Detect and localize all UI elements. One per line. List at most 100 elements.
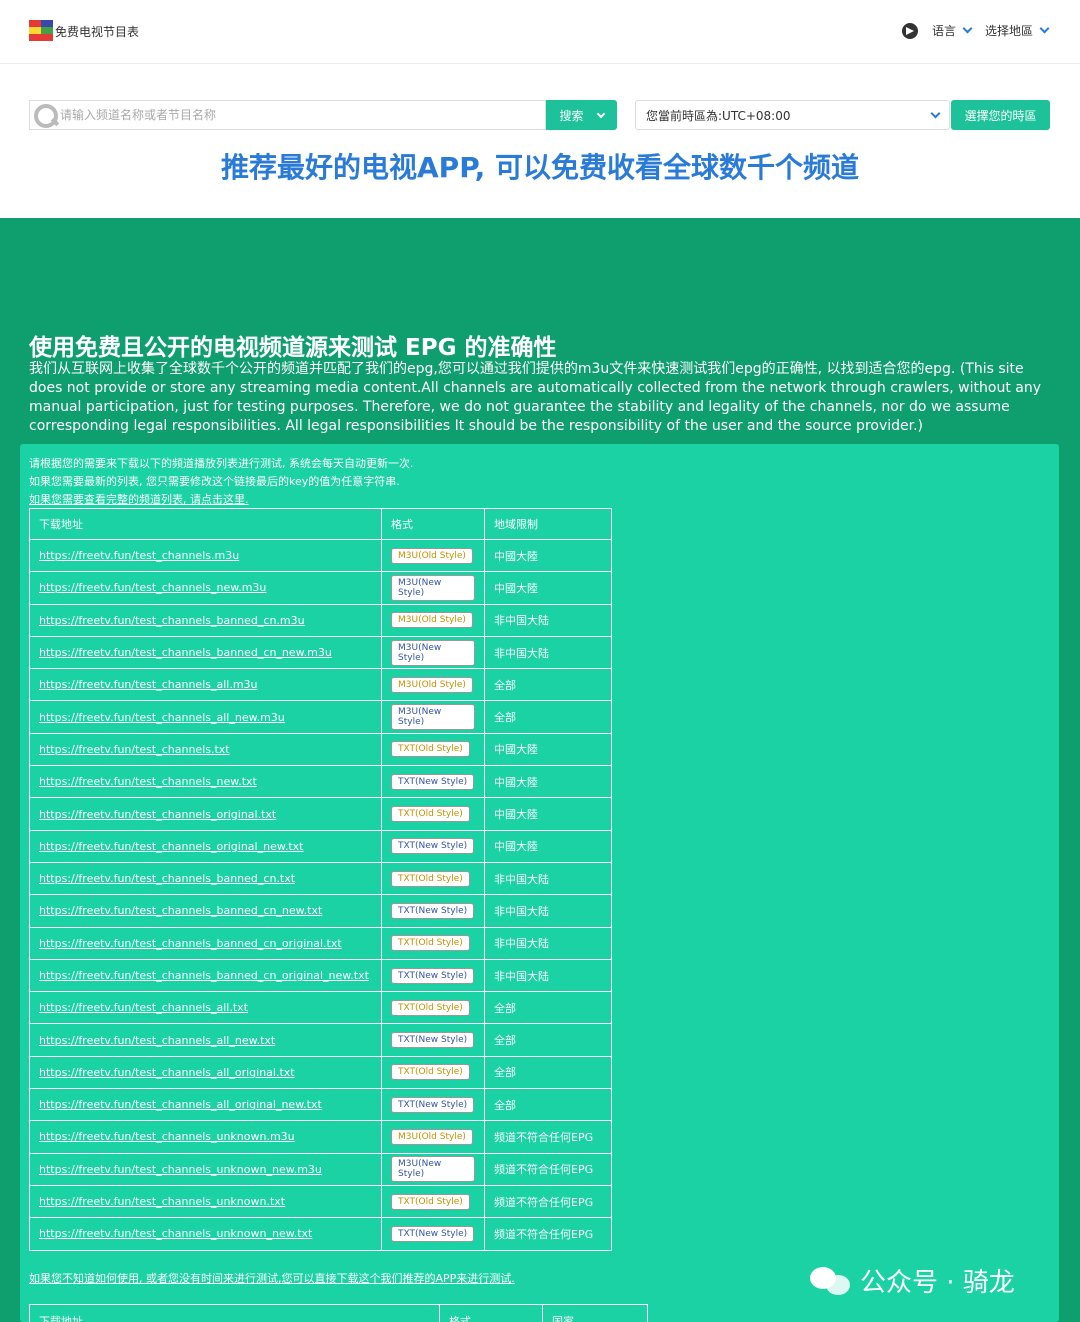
table-row: https://freetv.fun/test_channels_unknown… — [29, 1120, 612, 1154]
download-link[interactable]: https://freetv.fun/test_channels_new.txt — [39, 775, 257, 788]
url-cell: https://freetv.fun/test_channels_unknown… — [29, 1217, 382, 1251]
download-link[interactable]: https://freetv.fun/test_channels_all_ori… — [39, 1098, 322, 1111]
format-cell: TXT(New Style) — [381, 829, 485, 863]
format-badge: TXT(Old Style) — [391, 741, 470, 758]
chevron-down-icon — [1039, 23, 1050, 34]
table-row: https://freetv.fun/test_channels_unknown… — [29, 1217, 612, 1251]
download-link[interactable]: https://freetv.fun/test_channels_all.m3u — [39, 678, 258, 691]
url-cell: https://freetv.fun/test_channels_unknown… — [29, 1184, 382, 1219]
url-cell: https://freetv.fun/test_channels_banned_… — [29, 926, 382, 960]
full-channel-list-link[interactable]: 如果您需要查看完整的频道列表, 请点击这里. — [29, 493, 249, 506]
format-cell: TXT(Old Style) — [381, 797, 485, 831]
promo-banner[interactable]: 推荐最好的电视APP, 可以免费收看全球数千个频道 — [0, 146, 1080, 186]
format-cell: M3U(Old Style) — [381, 668, 485, 702]
format-cell: M3U(Old Style) — [381, 538, 485, 573]
download-link[interactable]: https://freetv.fun/test_channels.m3u — [39, 549, 239, 562]
format-cell: M3U(New Style) — [381, 571, 485, 605]
region-menu[interactable]: 选择地區 — [984, 22, 1050, 39]
timezone-button[interactable]: 選擇您的時區 — [951, 100, 1050, 130]
wechat-icon — [810, 1265, 852, 1297]
site-logo[interactable]: 免费电视节目表 — [29, 20, 139, 42]
download-link[interactable]: https://freetv.fun/test_channels_unknown… — [39, 1227, 312, 1240]
download-link[interactable]: https://freetv.fun/test_channels_origina… — [39, 808, 276, 821]
format-badge: TXT(Old Style) — [391, 870, 470, 887]
format-cell: TXT(New Style) — [381, 1023, 485, 1057]
region-cell: 中國大陸 — [484, 571, 612, 605]
format-cell: TXT(New Style) — [381, 958, 485, 993]
top-nav: 语言 选择地區 — [901, 22, 1050, 39]
region-cell: 非中国大陆 — [484, 926, 612, 960]
region-cell: 频道不符合任何EPG — [484, 1217, 612, 1251]
url-cell: https://freetv.fun/test_channels_banned_… — [29, 861, 382, 896]
format-cell: TXT(Old Style) — [381, 991, 485, 1025]
download-link[interactable]: https://freetv.fun/test_channels_all.txt — [39, 1001, 248, 1014]
chevron-down-icon — [596, 109, 605, 118]
header-url: 下载地址 — [29, 1304, 440, 1322]
format-badge: TXT(Old Style) — [391, 1064, 470, 1081]
region-cell: 非中国大陆 — [484, 603, 612, 637]
format-badge: TXT(New Style) — [391, 967, 475, 984]
format-badge: M3U(New Style) — [391, 574, 475, 601]
url-cell: https://freetv.fun/test_channels_new.m3u — [29, 571, 382, 605]
format-badge: TXT(Old Style) — [391, 935, 470, 952]
download-link[interactable]: https://freetv.fun/test_channels_banned_… — [39, 904, 322, 917]
table-row: https://freetv.fun/test_channels_new.txt… — [29, 765, 612, 799]
format-badge: TXT(New Style) — [391, 838, 475, 855]
format-badge: TXT(Old Style) — [391, 1193, 470, 1210]
download-link[interactable]: https://freetv.fun/test_channels_banned_… — [39, 937, 342, 950]
telegram-icon[interactable] — [901, 22, 918, 39]
download-link[interactable]: https://freetv.fun/test_channels_all_ori… — [39, 1066, 295, 1079]
download-notes: 请根据您的需要来下载以下的频道播放列表进行测试, 系统会每天自动更新一次. 如果… — [29, 455, 414, 509]
table-row: https://freetv.fun/test_channels.txt TXT(… — [29, 732, 612, 767]
app-table: 下载地址 格式 国家 — [29, 1304, 648, 1322]
region-cell: 频道不符合任何EPG — [484, 1152, 612, 1186]
format-badge: M3U(New Style) — [391, 1156, 475, 1183]
table-row: https://freetv.fun/test_channels_banned_… — [29, 861, 612, 896]
download-link[interactable]: https://freetv.fun/test_channels.txt — [39, 743, 230, 756]
download-link[interactable]: https://freetv.fun/test_channels_banned_… — [39, 646, 332, 659]
table-header-row: 下载地址 格式 地域限制 — [29, 508, 612, 540]
region-cell: 中國大陸 — [484, 732, 612, 767]
format-badge: M3U(Old Style) — [391, 676, 473, 693]
table-row: https://freetv.fun/test_channels_banned_… — [29, 603, 612, 637]
download-link[interactable]: https://freetv.fun/test_channels_origina… — [39, 840, 303, 853]
search-button-label: 搜索 — [559, 108, 584, 123]
table-row: https://freetv.fun/test_channels_banned_… — [29, 958, 612, 993]
table-row: https://freetv.fun/test_channels_all_new… — [29, 700, 612, 734]
region-cell: 全部 — [484, 668, 612, 702]
watermark: 公众号 · 骑龙 — [810, 1262, 1015, 1299]
format-badge: M3U(New Style) — [391, 704, 475, 731]
url-cell: https://freetv.fun/test_channels_all_new… — [29, 1023, 382, 1057]
format-cell: M3U(New Style) — [381, 635, 485, 670]
download-link[interactable]: https://freetv.fun/test_channels_unknown… — [39, 1130, 295, 1143]
search-input[interactable] — [60, 101, 540, 129]
download-link[interactable]: https://freetv.fun/test_channels_banned_… — [39, 872, 295, 885]
note-line-1: 请根据您的需要来下载以下的频道播放列表进行测试, 系统会每天自动更新一次. — [29, 457, 414, 470]
search-button[interactable]: 搜索 — [546, 100, 617, 130]
download-link[interactable]: https://freetv.fun/test_channels_banned_… — [39, 614, 305, 627]
region-label: 选择地區 — [984, 24, 1033, 38]
download-link[interactable]: https://freetv.fun/test_channels_all_new… — [39, 711, 285, 724]
download-link[interactable]: https://freetv.fun/test_channels_unknown… — [39, 1195, 285, 1208]
url-cell: https://freetv.fun/test_channels_all.m3u — [29, 668, 382, 702]
language-menu[interactable]: 语言 — [932, 22, 973, 39]
note-line-2: 如果您需要最新的列表, 您只需要修改这个链接最后的key的值为任意字符串. — [29, 475, 400, 488]
download-link[interactable]: https://freetv.fun/test_channels_banned_… — [39, 969, 369, 982]
timezone-select[interactable]: 您當前時區為:UTC+08:00 — [635, 100, 950, 130]
timezone-value: 您當前時區為:UTC+08:00 — [646, 108, 791, 123]
search-box — [29, 100, 546, 130]
download-table: 下载地址 格式 地域限制 https://freetv.fun/test_cha… — [29, 508, 612, 1251]
table-row: https://freetv.fun/test_channels_all_ori… — [29, 1055, 612, 1090]
url-cell: https://freetv.fun/test_channels_origina… — [29, 829, 382, 863]
hero-description: 我们从互联网上收集了全球数千个公开的频道并匹配了我们的epg,您可以通过我们提供… — [29, 361, 1041, 434]
format-cell: M3U(New Style) — [381, 1152, 485, 1186]
download-link[interactable]: https://freetv.fun/test_channels_new.m3u — [39, 581, 266, 594]
region-cell: 非中国大陆 — [484, 635, 612, 670]
recommend-app-link[interactable]: 如果您不知道如何使用, 或者您没有时间来进行测试,您可以直接下载这个我们推荐的A… — [29, 1270, 515, 1286]
format-badge: TXT(New Style) — [391, 902, 475, 919]
url-cell: https://freetv.fun/test_channels_all_ori… — [29, 1055, 382, 1090]
download-link[interactable]: https://freetv.fun/test_channels_unknown… — [39, 1163, 322, 1176]
download-link[interactable]: https://freetv.fun/test_channels_all_new… — [39, 1034, 275, 1047]
region-cell: 全部 — [484, 1055, 612, 1090]
url-cell: https://freetv.fun/test_channels_all_new… — [29, 700, 382, 734]
